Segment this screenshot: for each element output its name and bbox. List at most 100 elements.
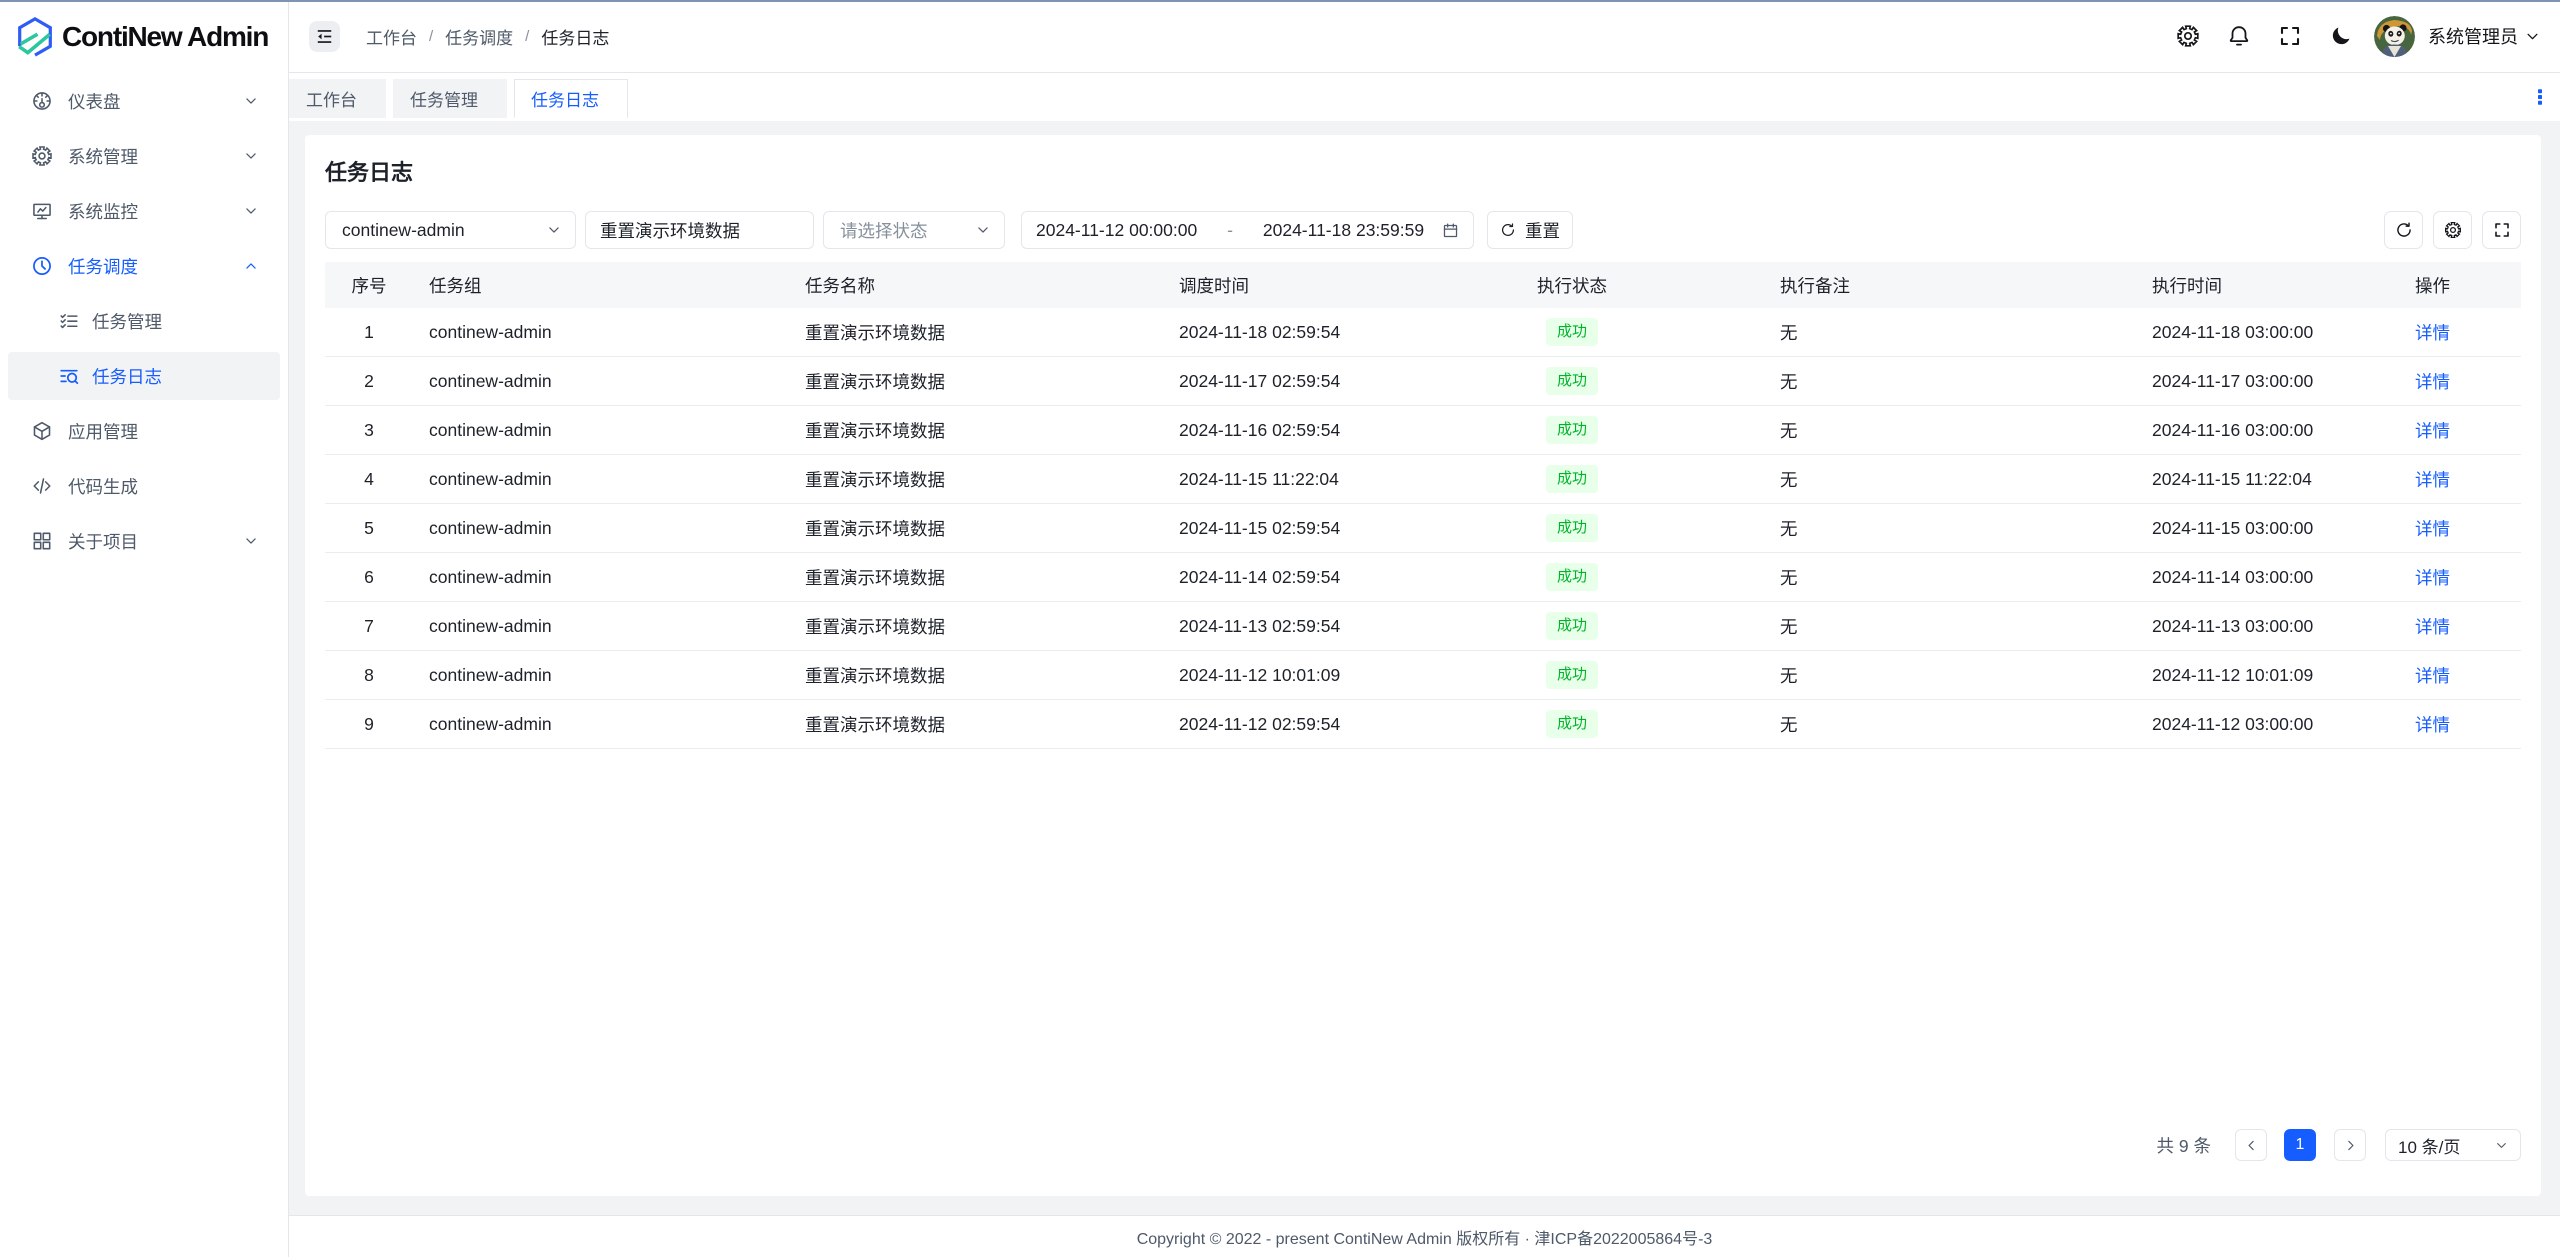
settings-icon[interactable] [2176,24,2200,48]
pagination-next-button[interactable] [2334,1129,2366,1161]
calendar-icon-svg [1442,222,1459,239]
pagination-prev-button-svg-path [2249,1141,2253,1149]
task-group-select[interactable]: continew-admin [325,211,576,249]
code-icon-svg-path [34,482,38,490]
column-header-6: 执行时间 [2136,262,2399,308]
tab-1[interactable]: 任务管理 [393,79,507,118]
list-search-icon-svg-path [75,381,77,383]
sidebar-item-label: 关于项目 [68,529,138,554]
status-badge: 成功 [1546,612,1598,640]
dashboard-icon-svg-circle [40,103,45,108]
fullscreen-icon[interactable] [2278,24,2302,48]
detail-link[interactable]: 详情 [2415,470,2450,490]
notification-bell-icon-svg [2227,24,2251,48]
status-select-placeholder: 请选择状态 [840,218,928,243]
chevron-down-icon [2525,29,2540,44]
chevron-down-icon-svg-path [979,228,987,232]
sidebar-item-7[interactable]: 代码生成 [8,462,280,510]
tab-0[interactable]: 工作台 [289,79,386,118]
breadcrumb-item-task-log[interactable]: 任务日志 [541,24,609,49]
cell-remark: 无 [1764,602,2136,651]
cell-remark: 无 [1764,406,2136,455]
sidebar-item-1[interactable]: 系统管理 [8,132,280,180]
detail-link[interactable]: 详情 [2415,323,2450,343]
table-fullscreen-button-svg-path [2496,232,2500,236]
main-area: 工作台 / 任务调度 / 任务日志 系统管理员 工作台任务管理任务日志 [289,0,2560,1257]
sidebar-item-8[interactable]: 关于项目 [8,517,280,565]
logo[interactable]: ContiNew Admin [0,0,288,73]
chevron-down-icon-svg [976,223,990,237]
cell-name: 重置演示环境数据 [789,308,1163,357]
tab-more-icon[interactable] [2530,87,2550,107]
pagination-prev-button[interactable] [2235,1129,2267,1161]
table-fullscreen-button[interactable] [2482,211,2521,249]
date-start-value: 2024-11-12 00:00:00 [1036,220,1197,241]
copyright: Copyright © 2022 - present ContiNew Admi… [1137,1225,1713,1249]
avatar[interactable] [2374,16,2415,57]
breadcrumb-item-task-schedule[interactable]: 任务调度 [445,24,513,49]
cell-schedule-time: 2024-11-14 02:59:54 [1163,553,1521,602]
reset-button[interactable]: 重置 [1487,211,1573,249]
tab-bar: 工作台任务管理任务日志 [289,73,2560,121]
table-row-2: 2continew-admin重置演示环境数据2024-11-17 02:59:… [325,357,2521,406]
detail-link[interactable]: 详情 [2415,715,2450,735]
cell-exec-time: 2024-11-15 03:00:00 [2136,504,2399,553]
avatar-svg [2374,16,2415,57]
cell-exec-time: 2024-11-12 03:00:00 [2136,700,2399,749]
avatar-svg-circle [2398,32,2400,34]
sidebar-item-6[interactable]: 应用管理 [8,407,280,455]
task-name-input[interactable]: 重置演示环境数据 [585,211,814,249]
sidebar-item-2[interactable]: 系统监控 [8,187,280,235]
notification-bell-icon[interactable] [2227,24,2251,48]
fullscreen-icon-svg-path [2282,28,2287,33]
monitor-icon-svg-path [38,208,46,212]
cell-remark: 无 [1764,455,2136,504]
cell-name: 重置演示环境数据 [789,700,1163,749]
sidebar-item-5[interactable]: 任务日志 [8,352,280,400]
sidebar-item-3[interactable]: 任务调度 [8,242,280,290]
cell-schedule-time: 2024-11-16 02:59:54 [1163,406,1521,455]
grid-icon-svg-rect [43,542,49,548]
chevron-down-icon [244,204,258,218]
detail-link[interactable]: 详情 [2415,666,2450,686]
cell-no: 8 [325,651,413,700]
cell-exec-time: 2024-11-12 10:01:09 [2136,651,2399,700]
detail-link[interactable]: 详情 [2415,421,2450,441]
detail-link[interactable]: 详情 [2415,568,2450,588]
status-badge: 成功 [1546,318,1598,346]
status-badge: 成功 [1546,710,1598,738]
cell-op: 详情 [2399,602,2521,651]
cell-op: 详情 [2399,308,2521,357]
table-settings-button[interactable] [2433,211,2472,249]
dark-mode-moon-icon[interactable] [2329,24,2353,48]
date-range-picker[interactable]: 2024-11-12 00:00:00 - 2024-11-18 23:59:5… [1021,211,1474,249]
cell-schedule-time: 2024-11-12 02:59:54 [1163,700,1521,749]
breadcrumb-item-workbench[interactable]: 工作台 [366,24,417,49]
cell-name: 重置演示环境数据 [789,504,1163,553]
table-row-1: 1continew-admin重置演示环境数据2024-11-18 02:59:… [325,308,2521,357]
table-refresh-button[interactable] [2384,211,2423,249]
settings-icon-svg [2176,24,2200,48]
sidebar-item-4[interactable]: 任务管理 [8,297,280,345]
cell-status: 成功 [1521,700,1764,749]
page-size-select[interactable]: 10 条/页 [2385,1129,2521,1161]
table-fullscreen-button-svg-path [2496,224,2500,228]
list-check-icon [58,310,80,332]
pagination-page-1[interactable]: 1 [2284,1129,2316,1161]
sidebar-item-label: 任务调度 [68,254,138,279]
sidebar-item-label: 代码生成 [68,474,138,499]
detail-link[interactable]: 详情 [2415,372,2450,392]
chevron-up-icon-svg [244,259,258,273]
breadcrumb: 工作台 / 任务调度 / 任务日志 [366,24,609,49]
cell-group: continew-admin [413,406,789,455]
list-check-icon-svg-path [61,325,65,328]
username[interactable]: 系统管理员 [2428,23,2518,49]
detail-link[interactable]: 详情 [2415,519,2450,539]
sidebar-item-0[interactable]: 仪表盘 [8,77,280,125]
sidebar-collapse-button[interactable] [309,21,340,52]
grid-icon-svg [31,530,53,552]
status-select[interactable]: 请选择状态 [823,211,1005,249]
task-log-table: 序号任务组任务名称调度时间执行状态执行备注执行时间操作 1continew-ad… [325,262,2521,749]
tab-2[interactable]: 任务日志 [514,79,628,118]
detail-link[interactable]: 详情 [2415,617,2450,637]
